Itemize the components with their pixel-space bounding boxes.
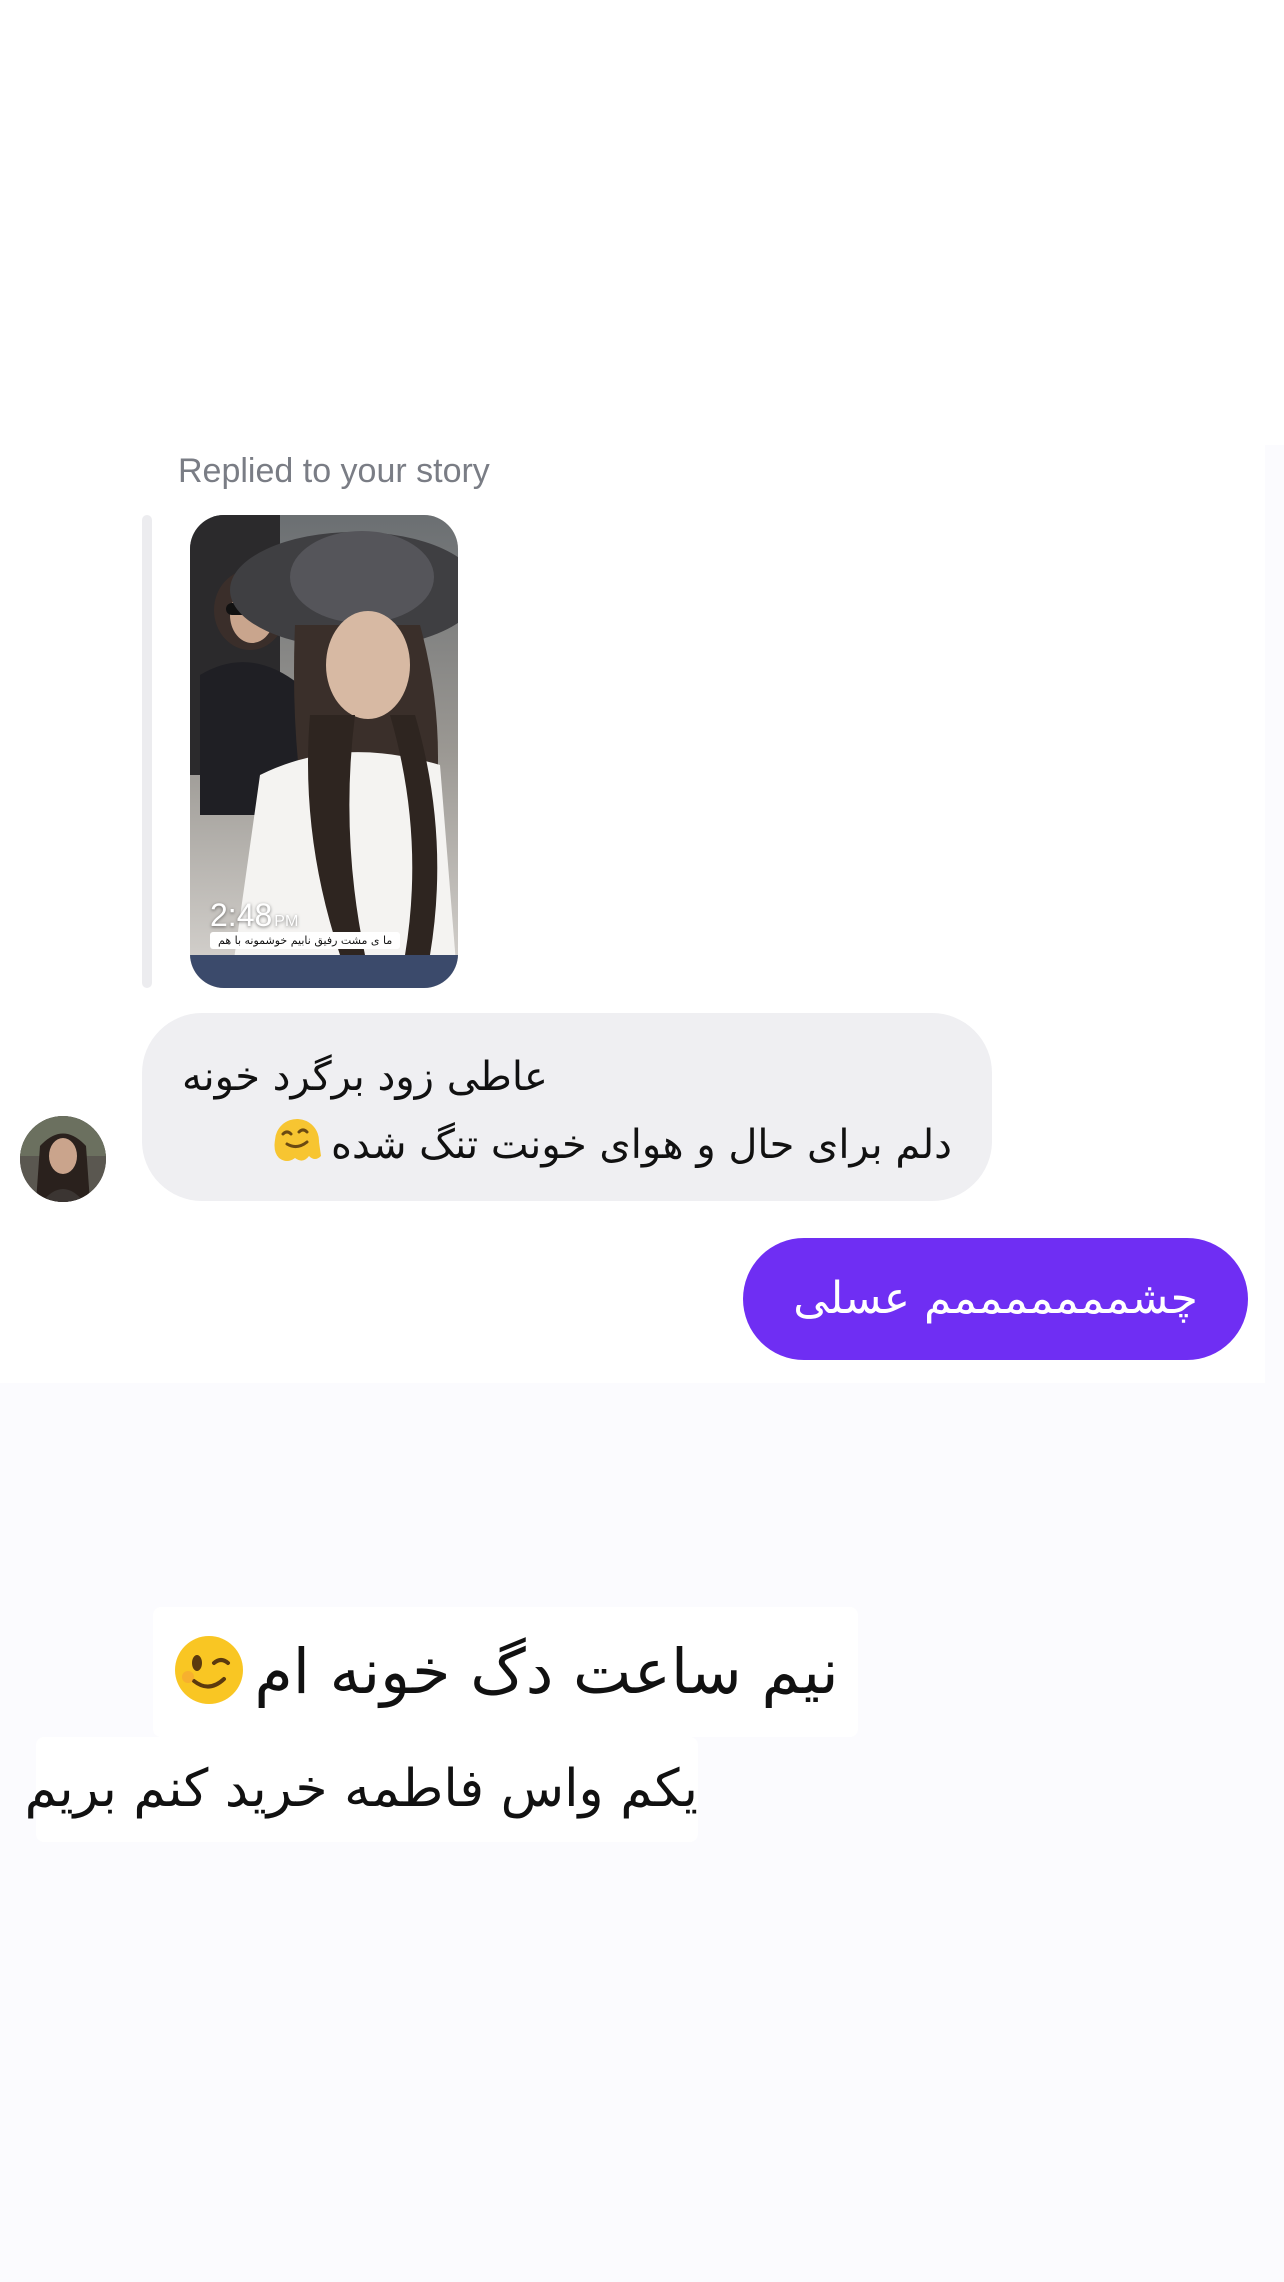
avatar-photo — [20, 1116, 106, 1202]
outgoing-message-bubble[interactable]: چشمممممممم عسلی — [743, 1238, 1248, 1360]
reply-context-label: Replied to your story — [178, 452, 490, 490]
sender-avatar[interactable] — [20, 1116, 106, 1202]
story-text-line-1: نیم ساعت دگ خونه ام — [153, 1607, 858, 1737]
incoming-message-line-2: دلم برای حال و هوای خونت تنگ شده — [182, 1111, 952, 1179]
story-thumbnail[interactable]: 2:48 PM ما ی مشت رفیق نابیم خوشمونه با هم — [190, 515, 458, 988]
story-time-suffix: PM — [274, 913, 299, 930]
top-blank-area — [0, 0, 1284, 445]
melting-face-icon — [274, 1118, 321, 1161]
story-text-line-1-text: نیم ساعت دگ خونه ام — [254, 1635, 839, 1708]
incoming-message-bubble[interactable]: عاطی زود برگرد خونه دلم برای حال و هوای … — [142, 1013, 992, 1201]
winking-face-icon — [175, 1636, 244, 1704]
incoming-message-line-1: عاطی زود برگرد خونه — [182, 1054, 548, 1100]
story-text-line-2: یکم واس فاطمه خرید کنم بریم — [25, 1737, 698, 1842]
story-caption: ما ی مشت رفیق نابیم خوشمونه با هم — [210, 932, 401, 949]
incoming-message-line-2-text: دلم برای حال و هوای خونت تنگ شده — [331, 1122, 952, 1168]
reply-quote-bar — [142, 515, 152, 988]
story-timestamp: 2:48 PM — [210, 897, 298, 934]
story-time-value: 2:48 — [210, 897, 273, 933]
